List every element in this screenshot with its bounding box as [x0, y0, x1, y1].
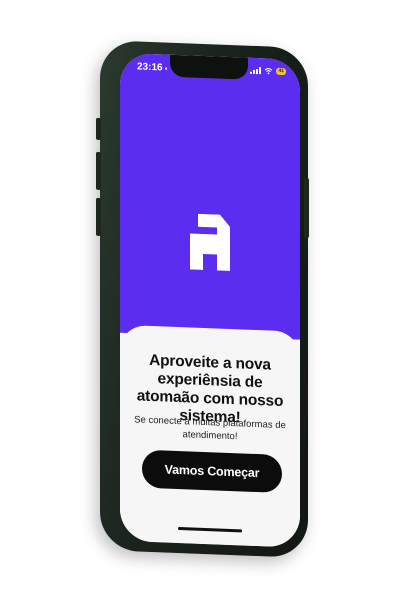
onboarding-sheet: Aproveite a nova experiênsia de atomaão …	[120, 324, 300, 548]
mute-switch	[96, 117, 101, 141]
status-icons: 41	[250, 67, 286, 76]
stage: 23:16 ◐ 41 Aproveite a nova experiênsia …	[0, 0, 408, 612]
phone-frame: 23:16 ◐ 41 Aproveite a nova experiênsia …	[96, 40, 309, 558]
status-time-text: 23:16	[137, 61, 163, 74]
onboarding-subtitle: Se conecte a muitas plataformas de atend…	[134, 414, 286, 443]
location-icon: ◐	[164, 65, 169, 73]
signal-icon	[250, 67, 262, 75]
get-started-button[interactable]: Vamos Começar	[142, 449, 282, 493]
battery-icon: 41	[276, 67, 286, 76]
brand-a-icon	[190, 213, 230, 271]
volume-down-button	[96, 197, 101, 237]
wifi-icon	[265, 68, 273, 75]
status-time: 23:16 ◐	[137, 61, 169, 73]
app-screen: 23:16 ◐ 41 Aproveite a nova experiênsia …	[120, 52, 300, 548]
volume-up-button	[96, 151, 101, 191]
power-button	[304, 177, 309, 239]
hero-banner: 23:16 ◐ 41	[120, 52, 300, 340]
camera-notch	[170, 54, 248, 80]
home-indicator[interactable]	[178, 526, 242, 533]
